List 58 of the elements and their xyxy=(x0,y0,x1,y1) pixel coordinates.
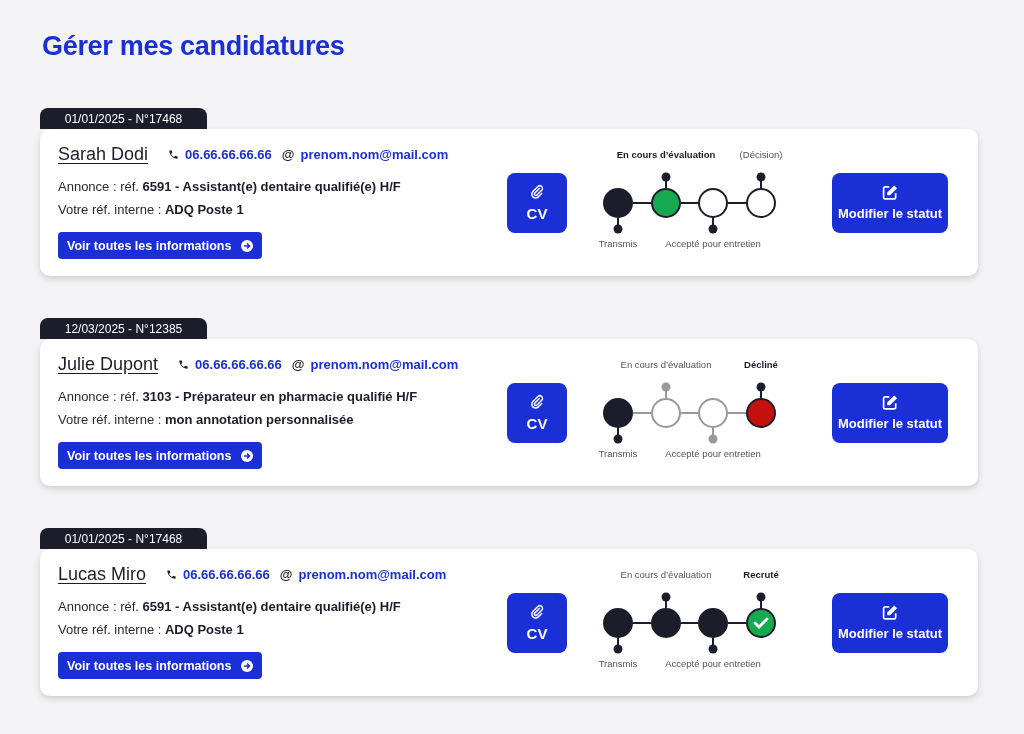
step-stem xyxy=(756,382,766,399)
step-stem xyxy=(756,172,766,189)
step-label: (Décision) xyxy=(739,148,783,160)
edit-icon xyxy=(881,184,899,201)
phone-icon xyxy=(168,148,180,160)
email-symbol: @ xyxy=(281,146,295,162)
email-symbol: @ xyxy=(291,356,305,372)
phone-link[interactable]: 06.66.66.66.66 xyxy=(185,146,272,162)
internal-reference-text: Votre réf. interne : ADQ Poste 1 xyxy=(58,201,245,219)
change-status-button[interactable]: Modifier le statut xyxy=(832,382,948,443)
page-title: Gérer mes candidatures xyxy=(42,30,346,63)
step-stem xyxy=(756,592,766,609)
job-posting-text: Annonce : réf. 3103 - Préparateur en pharmacie qualifié H/F xyxy=(58,388,419,406)
step-label: En cours d’évaluation xyxy=(616,148,716,160)
phone-link[interactable]: 06.66.66.66.66 xyxy=(195,356,282,372)
cv-button[interactable]: CV xyxy=(507,172,567,233)
arrow-circle-icon xyxy=(241,239,254,252)
internal-reference-text: Votre réf. interne : mon annotation personnalisée xyxy=(58,411,355,429)
step-label: Transmis xyxy=(598,447,638,459)
phone-icon xyxy=(166,568,178,580)
details-button[interactable]: Voir toutes les informations xyxy=(58,232,263,259)
email-link[interactable]: prenom.nom@mail.com xyxy=(298,566,447,582)
change-status-button[interactable]: Modifier le statut xyxy=(832,592,948,653)
paperclip-icon xyxy=(530,603,544,620)
email-link[interactable]: prenom.nom@mail.com xyxy=(300,146,449,162)
cv-button[interactable]: CV xyxy=(507,592,567,653)
phone-icon xyxy=(178,358,190,370)
step-label: Transmis xyxy=(598,657,638,669)
candidate-name[interactable]: Lucas Miro xyxy=(58,563,147,585)
change-status-button[interactable]: Modifier le statut xyxy=(832,172,948,233)
email-symbol: @ xyxy=(279,566,293,582)
candidate-name[interactable]: Julie Dupont xyxy=(58,353,159,375)
step-stem xyxy=(661,382,671,399)
email-link[interactable]: prenom.nom@mail.com xyxy=(310,356,459,372)
step-label: En cours d’évaluation xyxy=(620,358,712,370)
arrow-circle-icon xyxy=(241,659,254,672)
arrow-circle-icon xyxy=(241,449,254,462)
job-posting-text: Annonce : réf. 6591 - Assistant(e) dentaire qualifié(e) H/F xyxy=(58,598,402,616)
step-label: Accepté pour entretien xyxy=(665,657,761,669)
step-label: Recruté xyxy=(743,568,779,580)
edit-icon xyxy=(881,604,899,621)
step-label: Accepté pour entretien xyxy=(665,237,761,249)
edit-icon xyxy=(881,394,899,411)
step-label: Accepté pour entretien xyxy=(665,447,761,459)
step-stem xyxy=(661,172,671,189)
internal-reference-text: Votre réf. interne : ADQ Poste 1 xyxy=(58,621,245,639)
details-button[interactable]: Voir toutes les informations xyxy=(58,652,263,679)
step-label: En cours d’évaluation xyxy=(620,568,712,580)
cv-button[interactable]: CV xyxy=(507,382,567,443)
step-label: Décliné xyxy=(744,358,778,370)
step-stem xyxy=(661,592,671,609)
paperclip-icon xyxy=(530,183,544,200)
job-posting-text: Annonce : réf. 6591 - Assistant(e) dentaire qualifié(e) H/F xyxy=(58,178,402,196)
details-button[interactable]: Voir toutes les informations xyxy=(58,442,263,469)
candidate-name[interactable]: Sarah Dodi xyxy=(58,143,149,165)
paperclip-icon xyxy=(530,393,544,410)
step-label: Transmis xyxy=(598,237,638,249)
phone-link[interactable]: 06.66.66.66.66 xyxy=(183,566,270,582)
